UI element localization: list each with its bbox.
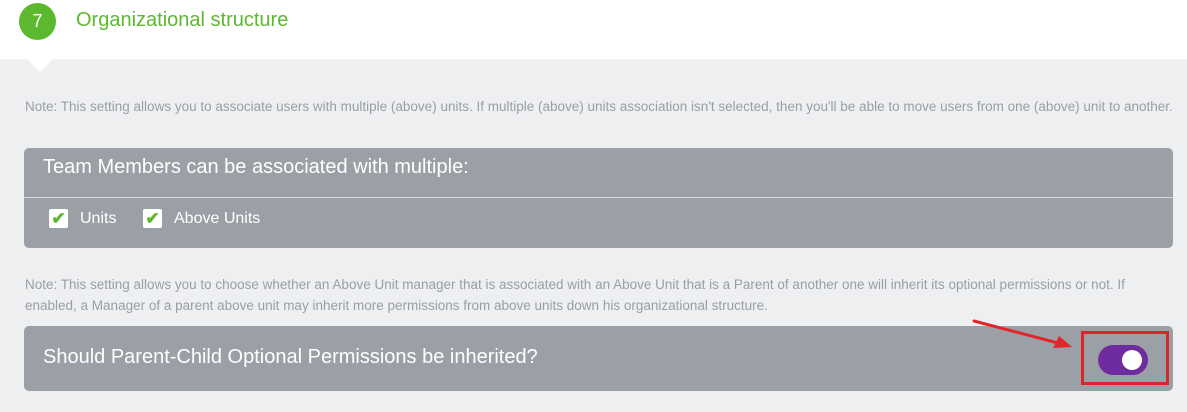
checkmark-icon: ✔	[145, 209, 160, 228]
header-pointer	[27, 59, 53, 72]
above-units-checkbox-label: Above Units	[174, 209, 261, 227]
units-checkbox[interactable]: ✔	[49, 209, 68, 228]
units-checkbox-row[interactable]: ✔ Units	[49, 209, 116, 228]
above-units-checkbox-row[interactable]: ✔ Above Units	[143, 209, 260, 228]
checkmark-icon: ✔	[51, 209, 66, 228]
association-panel-heading: Team Members can be associated with mult…	[43, 156, 469, 178]
red-arrow-icon	[972, 319, 1072, 348]
section-title[interactable]: Organizational structure	[76, 9, 288, 32]
units-checkbox-label: Units	[80, 209, 117, 227]
highlight-box	[1081, 331, 1169, 385]
inherit-question: Should Parent-Child Optional Permissions…	[43, 346, 538, 368]
note-multiple-association: Note: This setting allows you to associa…	[25, 99, 1173, 114]
above-units-checkbox[interactable]: ✔	[143, 209, 162, 228]
panel-divider	[24, 197, 1173, 198]
step-number-badge: 7	[19, 3, 56, 40]
